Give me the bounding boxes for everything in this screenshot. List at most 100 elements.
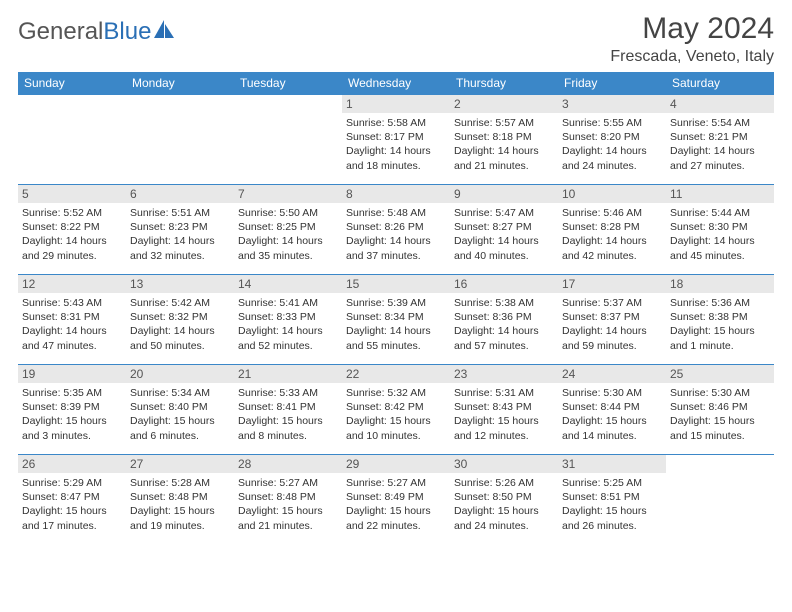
brand-part2: Blue	[103, 18, 151, 46]
day-cell: .	[234, 95, 342, 185]
day-cell: 12 Sunrise: 5:43 AMSunset: 8:31 PMDayligh…	[18, 275, 126, 365]
day-info: Sunrise: 5:55 AMSunset: 8:20 PMDaylight:…	[562, 116, 662, 173]
day-cell: 14 Sunrise: 5:41 AMSunset: 8:33 PMDayligh…	[234, 275, 342, 365]
day-cell: 30Sunrise: 5:26 AMSunset: 8:50 PMDayligh…	[450, 455, 558, 545]
day-number: 29	[342, 455, 450, 473]
day-header: Tuesday	[234, 72, 342, 95]
day-info: Sunrise: 5:57 AMSunset: 8:18 PMDaylight:…	[454, 116, 554, 173]
day-info: Sunrise: 5:39 AMSunset: 8:34 PMDaylight:…	[346, 296, 446, 353]
day-info: Sunrise: 5:36 AMSunset: 8:38 PMDaylight:…	[670, 296, 770, 353]
day-info: Sunrise: 5:25 AMSunset: 8:51 PMDaylight:…	[562, 476, 662, 533]
day-number: 16	[450, 275, 558, 293]
day-number: 1	[342, 95, 450, 113]
day-cell: 4 Sunrise: 5:54 AMSunset: 8:21 PMDaylight…	[666, 95, 774, 185]
day-cell: 2 Sunrise: 5:57 AMSunset: 8:18 PMDaylight…	[450, 95, 558, 185]
day-info: Sunrise: 5:46 AMSunset: 8:28 PMDaylight:…	[562, 206, 662, 263]
location: Frescada, Veneto, Italy	[610, 48, 774, 66]
day-info: Sunrise: 5:44 AMSunset: 8:30 PMDaylight:…	[670, 206, 770, 263]
day-number: 13	[126, 275, 234, 293]
title-block: May 2024 Frescada, Veneto, Italy	[610, 12, 774, 66]
day-cell: 25 Sunrise: 5:30 AMSunset: 8:46 PMDayligh…	[666, 365, 774, 455]
day-info: Sunrise: 5:43 AMSunset: 8:31 PMDaylight:…	[22, 296, 122, 353]
day-cell: 31 Sunrise: 5:25 AMSunset: 8:51 PMDayligh…	[558, 455, 666, 545]
day-number: 18	[666, 275, 774, 293]
day-info: Sunrise: 5:41 AMSunset: 8:33 PMDaylight:…	[238, 296, 338, 353]
day-header: Wednesday	[342, 72, 450, 95]
day-info: Sunrise: 5:37 AMSunset: 8:37 PMDaylight:…	[562, 296, 662, 353]
day-header-row: Sunday Monday Tuesday Wednesday Thursday…	[18, 72, 774, 95]
day-cell: 9Sunrise: 5:47 AMSunset: 8:27 PMDaylight…	[450, 185, 558, 275]
month-title: May 2024	[610, 12, 774, 46]
day-cell: 7 Sunrise: 5:50 AMSunset: 8:25 PMDaylight…	[234, 185, 342, 275]
day-cell: .	[126, 95, 234, 185]
day-number: 25	[666, 365, 774, 383]
day-info: Sunrise: 5:54 AMSunset: 8:21 PMDaylight:…	[670, 116, 770, 173]
day-info: Sunrise: 5:28 AMSunset: 8:48 PMDaylight:…	[130, 476, 230, 533]
brand-logo: GeneralBlue	[18, 12, 175, 46]
week-row: ...1Sunrise: 5:58 AMSunset: 8:17 PMDayli…	[18, 95, 774, 185]
day-cell: 17 Sunrise: 5:37 AMSunset: 8:37 PMDayligh…	[558, 275, 666, 365]
day-cell: 29 Sunrise: 5:27 AMSunset: 8:49 PMDayligh…	[342, 455, 450, 545]
day-number: 28	[234, 455, 342, 473]
day-info: Sunrise: 5:48 AMSunset: 8:26 PMDaylight:…	[346, 206, 446, 263]
day-info: Sunrise: 5:32 AMSunset: 8:42 PMDaylight:…	[346, 386, 446, 443]
day-cell: 5 Sunrise: 5:52 AMSunset: 8:22 PMDaylight…	[18, 185, 126, 275]
day-number: 15	[342, 275, 450, 293]
day-cell: 16Sunrise: 5:38 AMSunset: 8:36 PMDayligh…	[450, 275, 558, 365]
day-info: Sunrise: 5:50 AMSunset: 8:25 PMDaylight:…	[238, 206, 338, 263]
day-cell: 15 Sunrise: 5:39 AMSunset: 8:34 PMDayligh…	[342, 275, 450, 365]
day-number: 5	[18, 185, 126, 203]
day-number: 26	[18, 455, 126, 473]
week-row: 12 Sunrise: 5:43 AMSunset: 8:31 PMDayligh…	[18, 275, 774, 365]
day-number: 23	[450, 365, 558, 383]
day-info: Sunrise: 5:52 AMSunset: 8:22 PMDaylight:…	[22, 206, 122, 263]
day-cell: 22 Sunrise: 5:32 AMSunset: 8:42 PMDayligh…	[342, 365, 450, 455]
day-cell: 27 Sunrise: 5:28 AMSunset: 8:48 PMDayligh…	[126, 455, 234, 545]
day-number: 10	[558, 185, 666, 203]
day-info: Sunrise: 5:33 AMSunset: 8:41 PMDaylight:…	[238, 386, 338, 443]
day-number: 3	[558, 95, 666, 113]
day-info: Sunrise: 5:35 AMSunset: 8:39 PMDaylight:…	[22, 386, 122, 443]
day-cell: 19Sunrise: 5:35 AMSunset: 8:39 PMDayligh…	[18, 365, 126, 455]
day-cell: 26 Sunrise: 5:29 AMSunset: 8:47 PMDayligh…	[18, 455, 126, 545]
day-cell: 28 Sunrise: 5:27 AMSunset: 8:48 PMDayligh…	[234, 455, 342, 545]
day-cell: 13 Sunrise: 5:42 AMSunset: 8:32 PMDayligh…	[126, 275, 234, 365]
day-number: 9	[450, 185, 558, 203]
day-info: Sunrise: 5:31 AMSunset: 8:43 PMDaylight:…	[454, 386, 554, 443]
day-number: 14	[234, 275, 342, 293]
day-cell: 21Sunrise: 5:33 AMSunset: 8:41 PMDayligh…	[234, 365, 342, 455]
day-number: 12	[18, 275, 126, 293]
day-number: 17	[558, 275, 666, 293]
day-number: 6	[126, 185, 234, 203]
day-info: Sunrise: 5:51 AMSunset: 8:23 PMDaylight:…	[130, 206, 230, 263]
day-cell: .	[18, 95, 126, 185]
brand-part1: General	[18, 18, 103, 46]
day-info: Sunrise: 5:42 AMSunset: 8:32 PMDaylight:…	[130, 296, 230, 353]
day-number: 31	[558, 455, 666, 473]
day-info: Sunrise: 5:34 AMSunset: 8:40 PMDaylight:…	[130, 386, 230, 443]
day-number: 27	[126, 455, 234, 473]
day-number: 11	[666, 185, 774, 203]
week-row: 19Sunrise: 5:35 AMSunset: 8:39 PMDayligh…	[18, 365, 774, 455]
day-info: Sunrise: 5:27 AMSunset: 8:49 PMDaylight:…	[346, 476, 446, 533]
sail-icon	[153, 18, 175, 46]
day-number: 4	[666, 95, 774, 113]
day-cell: 10 Sunrise: 5:46 AMSunset: 8:28 PMDayligh…	[558, 185, 666, 275]
day-info: Sunrise: 5:58 AMSunset: 8:17 PMDaylight:…	[346, 116, 446, 173]
day-info: Sunrise: 5:29 AMSunset: 8:47 PMDaylight:…	[22, 476, 122, 533]
day-info: Sunrise: 5:27 AMSunset: 8:48 PMDaylight:…	[238, 476, 338, 533]
day-number: 30	[450, 455, 558, 473]
day-number: 24	[558, 365, 666, 383]
day-cell: 1 Sunrise: 5:58 AMSunset: 8:17 PMDaylight…	[342, 95, 450, 185]
day-number: 22	[342, 365, 450, 383]
day-cell: 3 Sunrise: 5:55 AMSunset: 8:20 PMDaylight…	[558, 95, 666, 185]
day-header: Saturday	[666, 72, 774, 95]
day-info: Sunrise: 5:30 AMSunset: 8:46 PMDaylight:…	[670, 386, 770, 443]
day-number: 7	[234, 185, 342, 203]
day-number: 2	[450, 95, 558, 113]
day-number: 20	[126, 365, 234, 383]
day-cell: 6 Sunrise: 5:51 AMSunset: 8:23 PMDaylight…	[126, 185, 234, 275]
day-cell: 11 Sunrise: 5:44 AMSunset: 8:30 PMDayligh…	[666, 185, 774, 275]
day-cell: .	[666, 455, 774, 545]
day-header: Monday	[126, 72, 234, 95]
